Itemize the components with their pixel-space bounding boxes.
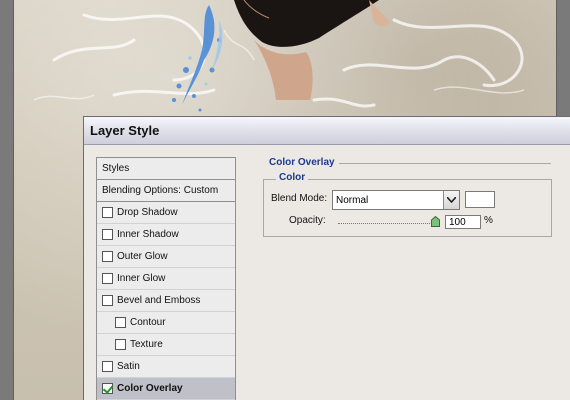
opacity-slider-thumb[interactable] — [431, 215, 440, 230]
style-item-label: Inner Shadow — [117, 229, 179, 240]
style-item-bevel-and-emboss[interactable]: Bevel and Emboss — [97, 290, 235, 312]
color-overlay-checkbox[interactable] — [102, 383, 113, 394]
section-divider — [339, 163, 551, 164]
style-item-label: Color Overlay — [117, 383, 183, 394]
color-group-title: Color — [276, 172, 309, 183]
styles-header-label: Styles — [102, 163, 130, 174]
style-item-label: Inner Glow — [117, 273, 166, 284]
drop-shadow-checkbox[interactable] — [102, 207, 113, 218]
opacity-slider-track[interactable] — [338, 223, 438, 224]
opacity-label: Opacity: — [289, 215, 326, 226]
blend-mode-value: Normal — [336, 194, 369, 206]
style-item-satin[interactable]: Satin — [97, 356, 235, 378]
overlay-color-swatch[interactable] — [465, 191, 495, 208]
inner-glow-checkbox[interactable] — [102, 273, 113, 284]
styles-list: Styles Blending Options: Custom Drop Sha… — [96, 157, 236, 400]
canvas-edge-left — [0, 0, 14, 400]
blend-mode-select[interactable]: Normal — [332, 190, 460, 210]
opacity-input[interactable]: 100 — [445, 215, 481, 229]
blending-options-label: Blending Options: Custom — [102, 185, 219, 196]
style-item-label: Texture — [130, 339, 163, 350]
dialog-titlebar[interactable]: Layer Style — [84, 117, 570, 145]
blending-options-item[interactable]: Blending Options: Custom — [97, 180, 235, 202]
opacity-unit: % — [484, 215, 493, 226]
styles-header[interactable]: Styles — [97, 158, 235, 180]
inner-shadow-checkbox[interactable] — [102, 229, 113, 240]
style-item-label: Outer Glow — [117, 251, 168, 262]
style-item-inner-glow[interactable]: Inner Glow — [97, 268, 235, 290]
style-item-label: Satin — [117, 361, 140, 372]
satin-checkbox[interactable] — [102, 361, 113, 372]
opacity-value: 100 — [449, 216, 466, 228]
dialog-title: Layer Style — [90, 123, 160, 138]
style-item-drop-shadow[interactable]: Drop Shadow — [97, 202, 235, 224]
style-item-label: Bevel and Emboss — [117, 295, 201, 306]
style-item-texture[interactable]: Texture — [97, 334, 235, 356]
color-overlay-section-title: Color Overlay — [269, 157, 335, 168]
style-item-outer-glow[interactable]: Outer Glow — [97, 246, 235, 268]
style-item-label: Drop Shadow — [117, 207, 178, 218]
texture-checkbox[interactable] — [115, 339, 126, 350]
layer-style-dialog: Layer Style Styles Blending Options: Cus… — [83, 116, 570, 400]
contour-checkbox[interactable] — [115, 317, 126, 328]
outer-glow-checkbox[interactable] — [102, 251, 113, 262]
bevel-and-emboss-checkbox[interactable] — [102, 295, 113, 306]
blend-mode-label: Blend Mode: — [271, 193, 328, 204]
style-item-inner-shadow[interactable]: Inner Shadow — [97, 224, 235, 246]
style-item-color-overlay[interactable]: Color Overlay — [97, 378, 235, 400]
chevron-down-icon[interactable] — [443, 191, 459, 209]
style-item-contour[interactable]: Contour — [97, 312, 235, 334]
style-item-label: Contour — [130, 317, 166, 328]
